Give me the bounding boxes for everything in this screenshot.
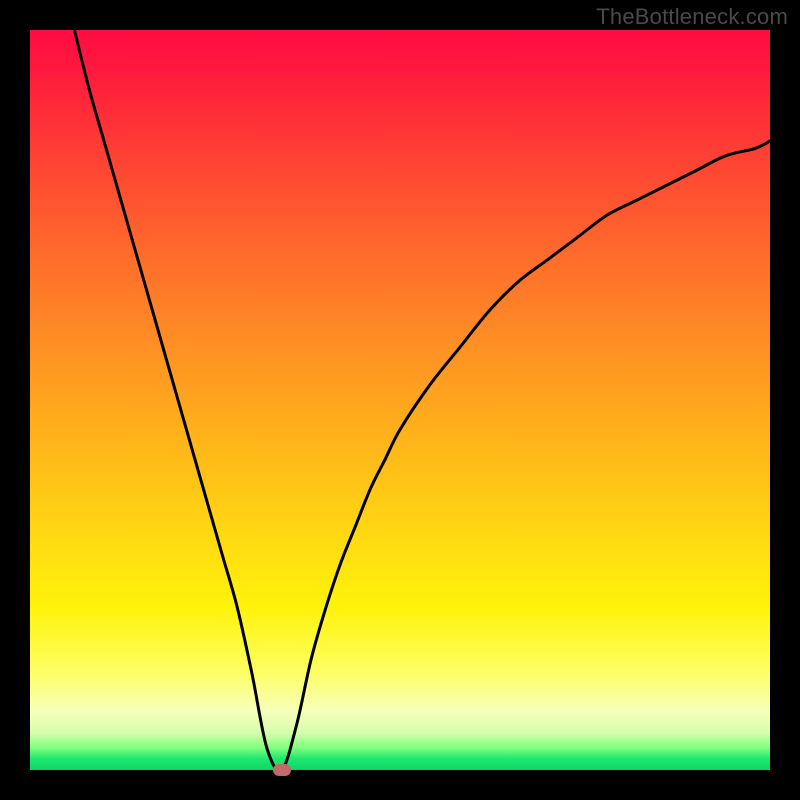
- attribution-label: TheBottleneck.com: [596, 4, 788, 30]
- chart-frame: TheBottleneck.com: [0, 0, 800, 800]
- bottleneck-curve: [30, 30, 770, 770]
- plot-area: [30, 30, 770, 770]
- minimum-marker: [273, 764, 291, 776]
